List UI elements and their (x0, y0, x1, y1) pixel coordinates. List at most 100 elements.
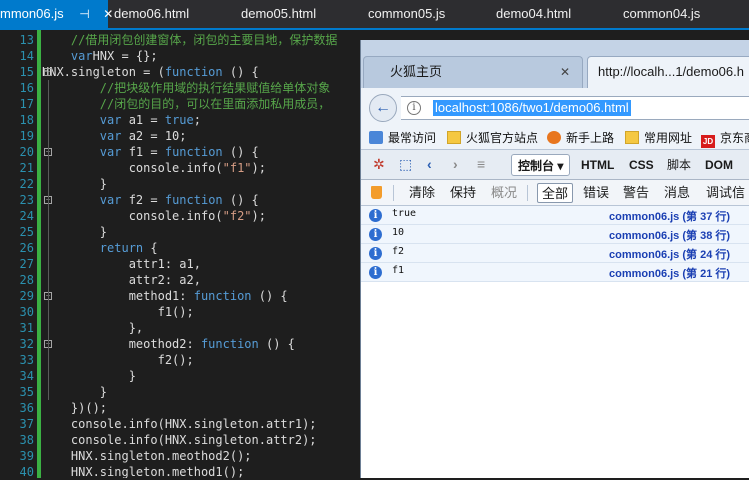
editor-tab-common06-js[interactable]: mmon06.js ⊣ ✕ (0, 0, 113, 28)
persist-button[interactable]: 保持 (450, 183, 476, 203)
editor-tab-demo05-html[interactable]: demo05.html (241, 0, 316, 28)
console-row[interactable]: i true common06.js (第 37 行) (361, 206, 749, 225)
code-token: //闭包的目的，可以在里面添加私用成员， (42, 97, 331, 111)
line-number: 18 (19, 113, 34, 127)
info-icon: i (369, 209, 382, 222)
console-source-link[interactable]: common06.js (第 24 行) (609, 246, 730, 262)
clear-button[interactable]: 清除 (409, 183, 435, 203)
info-icon: i (369, 247, 382, 260)
command-line-icon[interactable]: ≡ (477, 156, 485, 172)
bookmark-label: 新手上路 (566, 131, 615, 145)
line-number: 14 (19, 49, 34, 63)
editor-tab-demo04-html[interactable]: demo04.html (496, 0, 571, 28)
code-token: //借用闭包创建窗体，闭包的主要目地，保护数据 (42, 33, 338, 47)
code-line: //闭包的目的，可以在里面添加私用成员， (42, 96, 330, 112)
code-token: console.info( (42, 209, 223, 223)
code-token: ); (251, 161, 266, 175)
firefox-window: 火狐主页 ✕ http://localh...1/demo06.h ← i lo… (360, 40, 749, 478)
editor-tab-common04-js[interactable]: common04.js (623, 0, 700, 28)
tab-css[interactable]: CSS (629, 154, 654, 176)
code-token: function (200, 337, 259, 351)
bookmark-firefox-site[interactable]: 火狐官方站点 (447, 128, 538, 148)
tab-dom[interactable]: DOM (705, 154, 733, 176)
code-editor[interactable]: //借用闭包创建窗体，闭包的主要目地，保护数据 varHNX = {}; HNX.… (42, 30, 372, 478)
code-token: var (42, 129, 122, 143)
browser-tab-home[interactable]: 火狐主页 ✕ (363, 56, 583, 88)
firebug-icon[interactable]: ✲ (373, 156, 385, 173)
inspect-icon[interactable]: ⬚ (399, 156, 412, 173)
code-line: attr1: a1, (42, 256, 201, 272)
bookmark-jd[interactable]: JD 京东商 (701, 128, 749, 148)
console-row[interactable]: i 10 common06.js (第 38 行) (361, 225, 749, 244)
tab-html[interactable]: HTML (581, 154, 614, 176)
chevron-left-icon[interactable]: ‹ (427, 156, 432, 172)
line-number: 25 (19, 225, 34, 239)
filter-all-button[interactable]: 全部 (537, 183, 574, 203)
editor-tab-label: demo05.html (241, 6, 317, 21)
separator (527, 185, 528, 201)
line-number: 33 (19, 353, 34, 367)
editor-tab-common05-js[interactable]: common05.js (368, 0, 445, 28)
pin-icon[interactable]: ⊣ (79, 0, 89, 28)
console-row[interactable]: i f2 common06.js (第 24 行) (361, 244, 749, 263)
info-icon[interactable]: i (407, 101, 421, 115)
code-line: } (42, 384, 107, 400)
back-button[interactable]: ← (369, 94, 397, 122)
line-number: 20 (19, 145, 34, 159)
tab-console[interactable]: 控制台 ▾ (511, 154, 571, 176)
console-message: true (392, 208, 417, 219)
code-token: return (42, 241, 144, 255)
code-token: function (164, 65, 223, 79)
console-source-link[interactable]: common06.js (第 37 行) (609, 208, 730, 224)
line-number: 34 (19, 369, 34, 383)
code-line: console.info(HNX.singleton.attr1); (42, 416, 317, 432)
filter-errors-button[interactable]: 错误 (583, 183, 609, 203)
code-token: { (143, 241, 158, 255)
code-token: var (42, 113, 122, 127)
console-source-link[interactable]: common06.js (第 21 行) (609, 265, 730, 281)
chevron-right-icon[interactable]: › (453, 156, 458, 172)
code-line: console.info("f1"); (42, 160, 266, 176)
console-row[interactable]: i f1 common06.js (第 21 行) (361, 263, 749, 282)
editor-tab-demo06-html[interactable]: demo06.html (114, 0, 189, 28)
bookmark-common-sites[interactable]: 常用网址 (625, 128, 692, 148)
profile-button[interactable]: 概况 (491, 183, 517, 203)
console-source-link[interactable]: common06.js (第 38 行) (609, 227, 730, 243)
code-token: console.info(HNX.singleton.attr2); (42, 433, 317, 447)
bookmark-getting-started[interactable]: 新手上路 (547, 128, 614, 148)
line-number: 17 (19, 97, 34, 111)
bookmark-most-visited[interactable]: 最常访问 (369, 128, 436, 148)
folder-icon (625, 131, 639, 144)
code-line: //借用闭包创建窗体，闭包的主要目地，保护数据 (42, 32, 337, 48)
code-line: console.info(HNX.singleton.attr2); (42, 432, 317, 448)
collapse-icon[interactable]: − (44, 68, 52, 76)
code-line: } (42, 224, 107, 240)
clear-icon[interactable] (371, 186, 382, 199)
url-bar[interactable]: i localhost:1086/two1/demo06.html (401, 96, 749, 120)
filter-warnings-button[interactable]: 警告 (623, 183, 649, 203)
console-output[interactable]: i true common06.js (第 37 行) i 10 common0… (361, 206, 749, 478)
code-token: a2 = 10; (121, 129, 187, 143)
code-line: HNX.singleton.meothod2(); (42, 448, 252, 464)
code-token: f1(); (42, 305, 194, 319)
close-icon[interactable]: ✕ (103, 0, 113, 28)
code-token: function (193, 289, 252, 303)
code-token: () { (222, 193, 259, 207)
code-line: var f2 = function () { (42, 192, 259, 208)
code-token: () { (258, 337, 295, 351)
code-token: f2 = (121, 193, 165, 207)
tab-script[interactable]: 脚本 (667, 154, 691, 176)
filter-debug-button[interactable]: 调试信 (706, 183, 745, 203)
editor-tab-label: mmon06.js (0, 6, 64, 21)
close-icon[interactable]: ✕ (560, 57, 570, 87)
code-token: }, (42, 321, 144, 335)
code-token: } (42, 177, 108, 191)
code-line: return { (42, 240, 158, 256)
code-token: "f2" (222, 209, 252, 223)
code-token: console.info( (42, 161, 223, 175)
browser-tab-label: 火狐主页 (390, 64, 443, 79)
code-line: f1(); (42, 304, 194, 320)
browser-tab-demo06[interactable]: http://localh...1/demo06.h (587, 56, 749, 88)
url-text[interactable]: localhost:1086/two1/demo06.html (433, 100, 631, 116)
filter-info-button[interactable]: 消息 (664, 183, 690, 203)
